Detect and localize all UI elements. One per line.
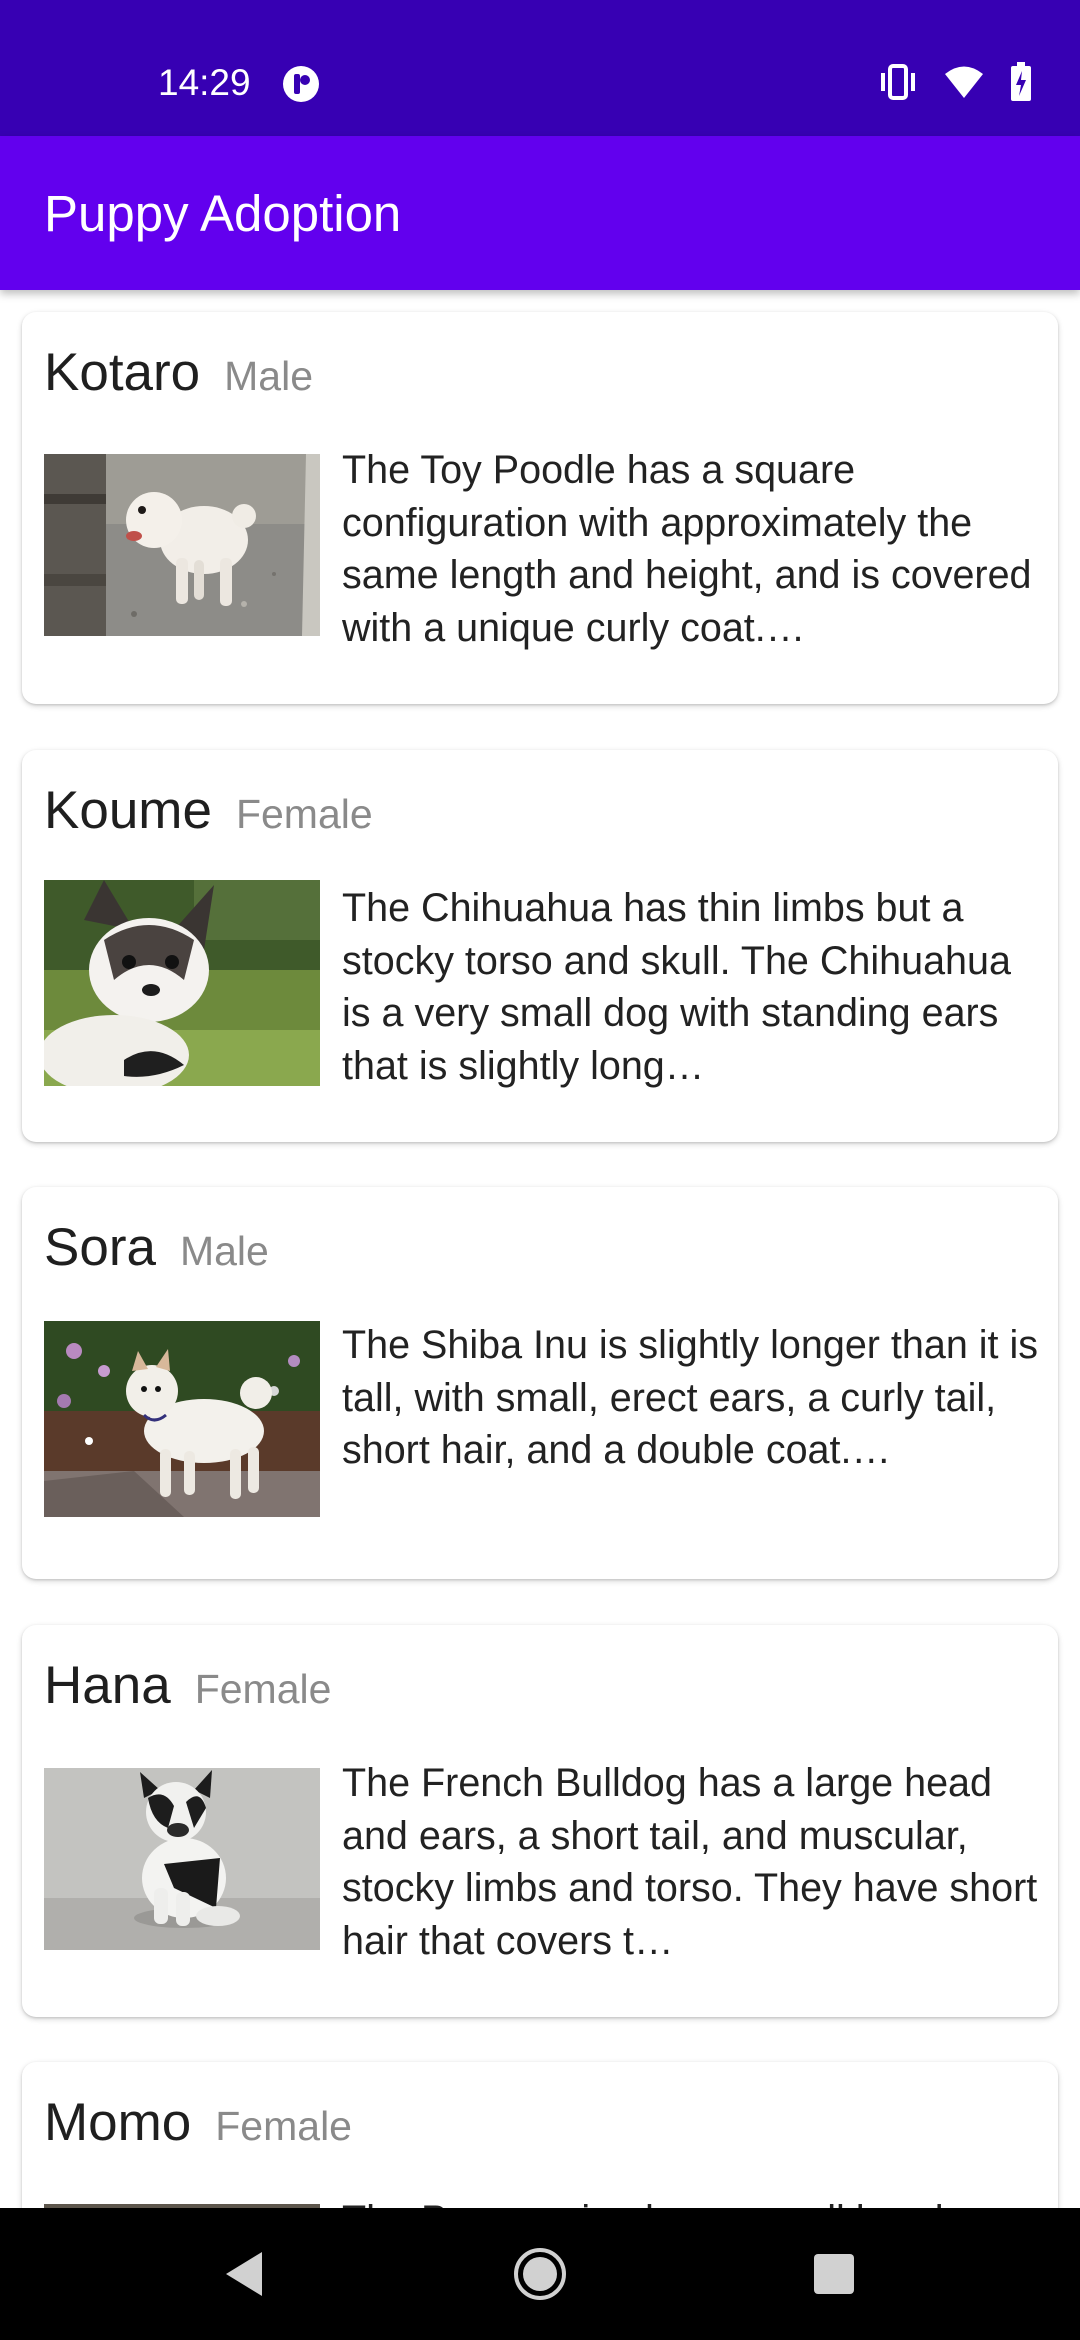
puppy-gender: Female [235,791,373,837]
screen: 14:29 Puppy Adoption Kotaro Male The Toy… [0,0,1080,2340]
recents-icon[interactable] [802,2242,866,2306]
navigation-bar [0,2208,1080,2340]
puppy-name: Koume [44,781,212,840]
puppy-card[interactable]: Kotaro Male The Toy Poodle has a square … [22,312,1058,704]
card-header: Hana Female [44,1651,331,1721]
puppy-description: The Pomeranian has a small head… [342,2194,1042,2208]
puppy-gender: Female [194,1666,332,1712]
status-icons [878,61,1032,107]
puppy-gender: Male [179,1228,269,1274]
puppy-name: Hana [44,1656,171,1715]
vibrate-icon [878,63,918,105]
puppy-description: The Shiba Inu is slightly longer than it… [342,1323,1039,1472]
app-title: Puppy Adoption [44,185,402,242]
home-icon[interactable] [508,2242,572,2306]
puppy-description: The French Bulldog has a large head and … [342,1761,1038,1963]
wifi-icon [944,65,984,104]
puppy-name: Momo [44,2093,192,2152]
card-header: Koume Female [44,776,373,846]
toy-poodle-photo [44,454,320,636]
puppy-list[interactable]: Kotaro Male The Toy Poodle has a square … [0,290,1080,2208]
puppy-name: Sora [44,1218,156,1277]
puppy-gender: Female [215,2103,352,2149]
status-bar: 14:29 [0,0,1080,136]
puppy-name: Kotaro [44,343,201,402]
battery-charging-icon [1010,61,1032,107]
shiba-inu-photo [44,1321,320,1517]
puppy-card[interactable]: Momo Female The Pomeranian has a small h… [22,2062,1058,2208]
back-icon[interactable] [212,2242,276,2306]
french-bulldog-photo [44,1768,320,1950]
puppy-description: The Toy Poodle has a square configuratio… [342,448,1032,650]
puppy-description: The Chihuahua has thin limbs but a stock… [342,886,1011,1088]
puppy-card[interactable]: Koume Female The Chihuahua has thin limb… [22,750,1058,1142]
card-header: Kotaro Male [44,338,313,408]
card-header: Momo Female [44,2088,352,2158]
card-header: Sora Male [44,1213,269,1283]
puppy-card[interactable]: Hana Female The French Bulldog has a lar… [22,1625,1058,2017]
chihuahua-photo [44,880,320,1086]
app-bar: Puppy Adoption [0,136,1080,290]
puppy-gender: Male [224,353,314,399]
puppy-card[interactable]: Sora Male The Shiba Inu is slightly long… [22,1187,1058,1579]
app-notification-icon [281,64,321,104]
status-time: 14:29 [158,62,251,103]
